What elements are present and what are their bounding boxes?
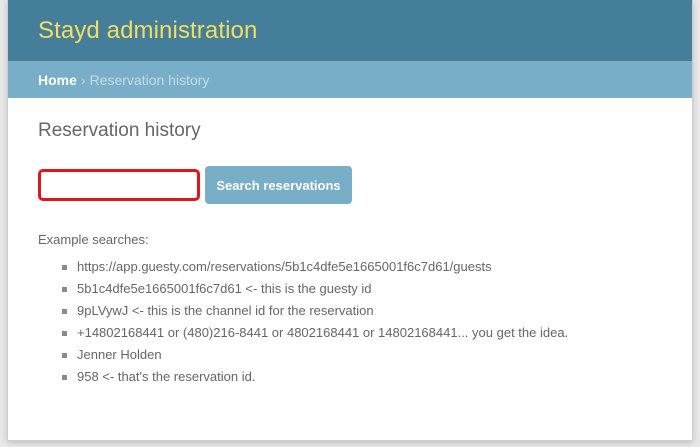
example-text: https://app.guesty.com/reservations/5b1c… [77,259,492,274]
search-input[interactable] [38,169,200,201]
bullet-icon [62,265,67,270]
list-item: 9pLVywJ <- this is the channel id for th… [62,300,662,322]
main-content: Reservation history Search reservations … [8,98,692,388]
examples-label: Example searches: [38,232,149,247]
list-item: +14802168441 or (480)216-8441 or 4802168… [62,322,662,344]
bullet-icon [62,287,67,292]
list-item: Jenner Holden [62,344,662,366]
bullet-icon [62,375,67,380]
bullet-icon [62,331,67,336]
site-brand[interactable]: Stayd administration [38,17,257,45]
browser-window: Stayd administration Home › Reservation … [7,0,693,441]
list-item: https://app.guesty.com/reservations/5b1c… [62,256,662,278]
page-title: Reservation history [38,120,201,141]
breadcrumb-current: Reservation history [89,71,210,88]
list-item: 958 <- that's the reservation id. [62,366,662,388]
breadcrumb-separator: › [80,71,86,88]
example-text: 9pLVywJ <- this is the channel id for th… [77,303,374,318]
breadcrumb-home-link[interactable]: Home [38,72,77,88]
breadcrumb: Home › Reservation history [8,61,692,98]
search-reservations-button[interactable]: Search reservations [205,166,352,204]
search-form: Search reservations [38,166,662,204]
example-text: Jenner Holden [77,347,162,362]
bullet-icon [62,309,67,314]
example-text: 958 <- that's the reservation id. [77,369,256,384]
example-text: 5b1c4dfe5e1665001f6c7d61 <- this is the … [77,281,372,296]
example-text: +14802168441 or (480)216-8441 or 4802168… [77,325,569,340]
list-item: 5b1c4dfe5e1665001f6c7d61 <- this is the … [62,278,662,300]
examples-list: https://app.guesty.com/reservations/5b1c… [38,256,662,388]
site-header: Stayd administration [8,0,692,61]
bullet-icon [62,353,67,358]
